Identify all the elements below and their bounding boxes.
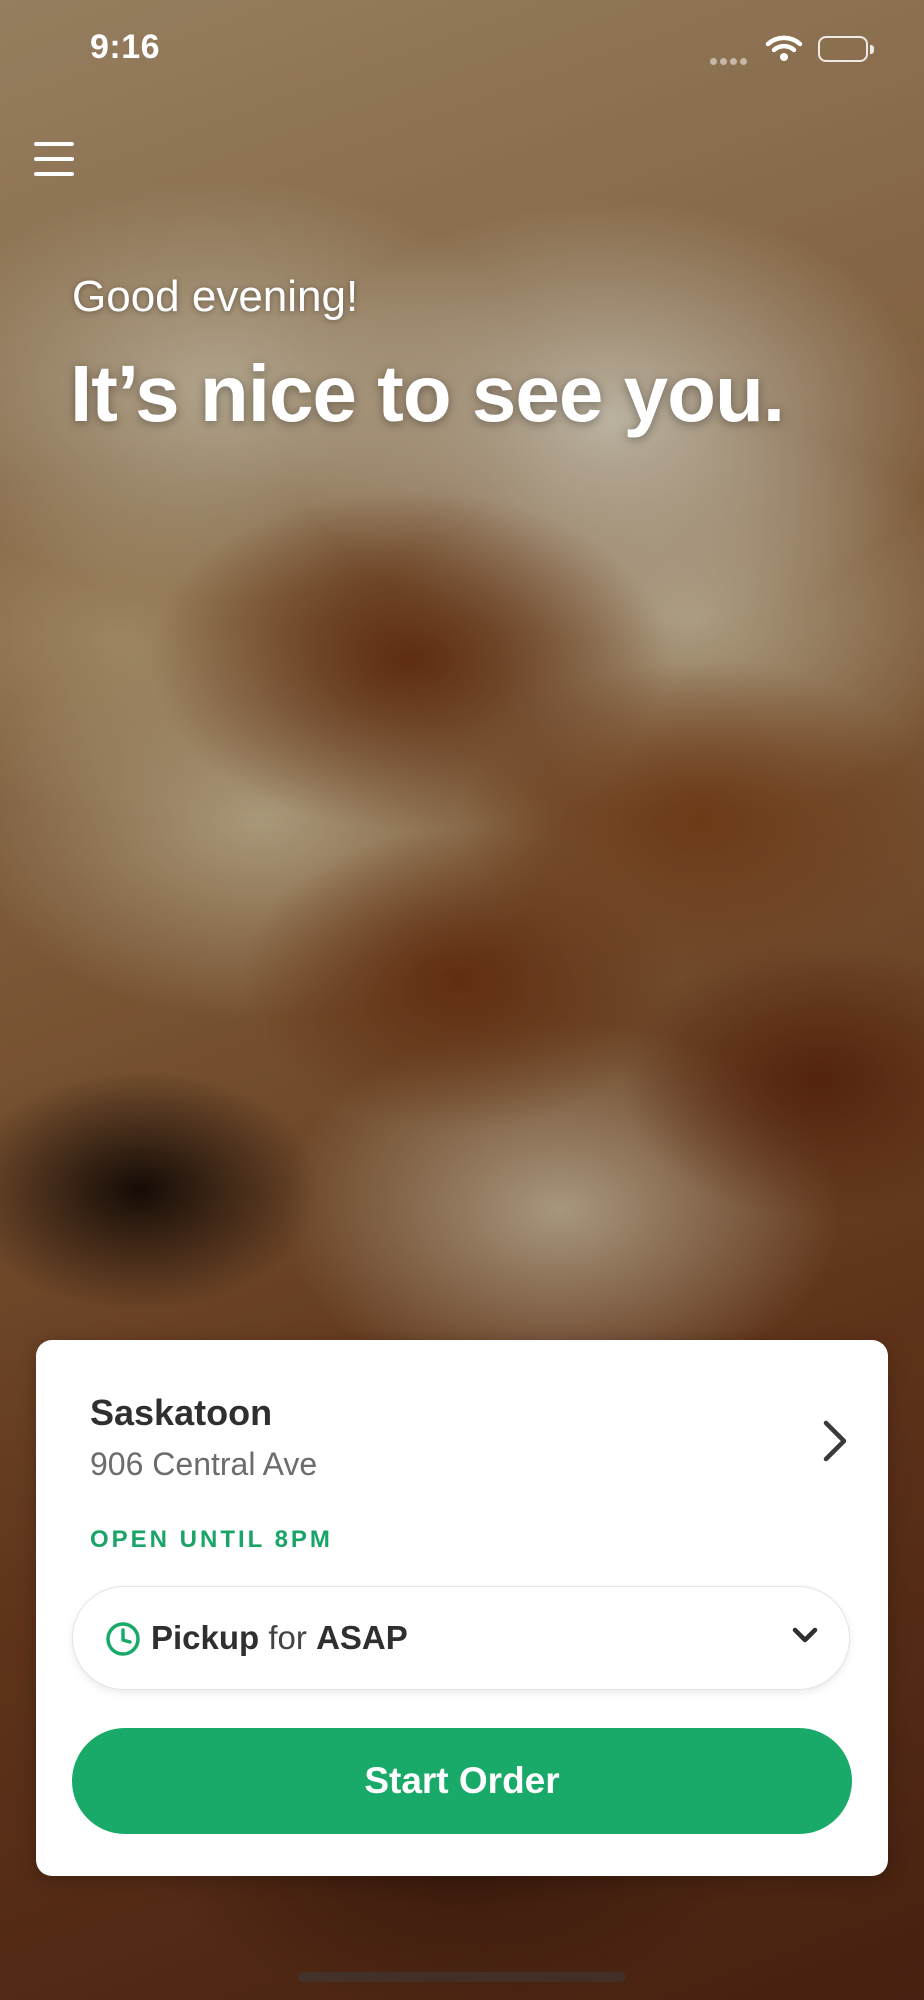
location-selector[interactable]: Saskatoon 906 Central Ave [90, 1392, 850, 1502]
pickup-summary: Pickup for ASAP [151, 1619, 408, 1657]
greeting-text: Good evening! [72, 272, 359, 321]
status-bar: 9:16 [0, 0, 924, 100]
status-time: 9:16 [90, 28, 161, 66]
hamburger-menu-icon[interactable] [34, 142, 74, 176]
start-order-button[interactable]: Start Order [72, 1728, 852, 1834]
signal-icon [710, 52, 750, 70]
location-name: Saskatoon [90, 1392, 273, 1433]
welcome-headline: It’s nice to see you. [70, 349, 785, 438]
pickup-mode: Pickup [151, 1619, 260, 1656]
chevron-right-icon [820, 1418, 850, 1469]
location-address: 906 Central Ave [90, 1446, 318, 1482]
clock-icon [105, 1621, 141, 1662]
pickup-connector: for [268, 1619, 307, 1656]
pickup-time-select[interactable]: Pickup for ASAP [72, 1586, 850, 1690]
location-card: Saskatoon 906 Central Ave OPEN UNTIL 8PM… [36, 1340, 888, 1876]
battery-icon [818, 36, 874, 62]
chevron-down-icon [791, 1625, 819, 1650]
wifi-icon [764, 32, 804, 69]
home-indicator[interactable] [298, 1972, 626, 1982]
pickup-time: ASAP [316, 1619, 408, 1656]
hours-status: OPEN UNTIL 8PM [90, 1526, 333, 1553]
